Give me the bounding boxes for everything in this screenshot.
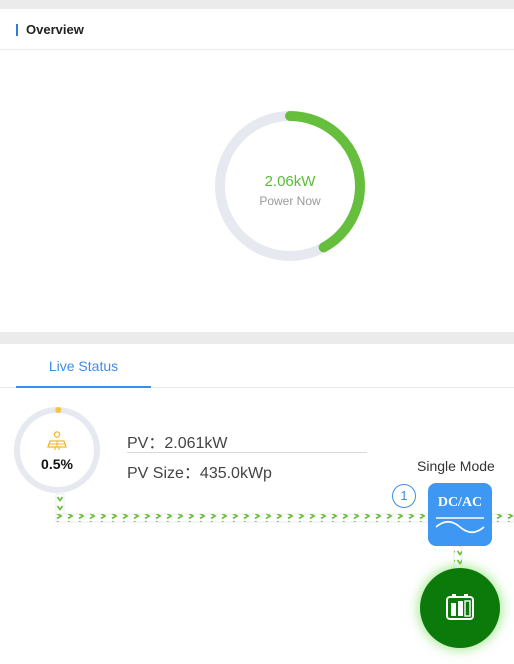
- pv-divider: [127, 452, 367, 453]
- flow-line-inverter-right-chevrons: [492, 514, 514, 522]
- overview-header: Overview: [0, 9, 514, 50]
- power-now-label: Power Now: [259, 194, 321, 208]
- inverter-count-badge: 1: [392, 484, 416, 508]
- battery-icon: [446, 594, 474, 620]
- overview-title: Overview: [26, 22, 84, 37]
- inverter-node[interactable]: DC/AC: [428, 483, 492, 546]
- top-strip: [0, 0, 514, 9]
- solar-panel-icon: [47, 431, 67, 450]
- tab-bar: Live Status: [0, 344, 514, 388]
- overview-accent-bar: [16, 24, 18, 36]
- flow-line-pv-to-inverter-chevrons: [56, 514, 428, 522]
- pv-ratio-dot: [55, 407, 62, 414]
- inverter-label: DC/AC: [437, 495, 483, 510]
- pv-power-text: PV：2.061kW: [127, 435, 228, 452]
- battery-node[interactable]: [420, 568, 500, 648]
- flow-line-inverter-to-battery-chevrons: [454, 546, 462, 570]
- pv-size-text: PV Size：435.0kWp: [127, 465, 272, 482]
- inverter-mode-label: Single Mode: [417, 458, 495, 474]
- section-divider: [0, 332, 514, 344]
- pv-ratio-percent: 0.5%: [41, 456, 73, 472]
- tab-live-status[interactable]: Live Status: [16, 344, 151, 388]
- dc-ac-inverter-icon: [435, 517, 485, 534]
- power-now-value: 2.06kW: [264, 173, 316, 190]
